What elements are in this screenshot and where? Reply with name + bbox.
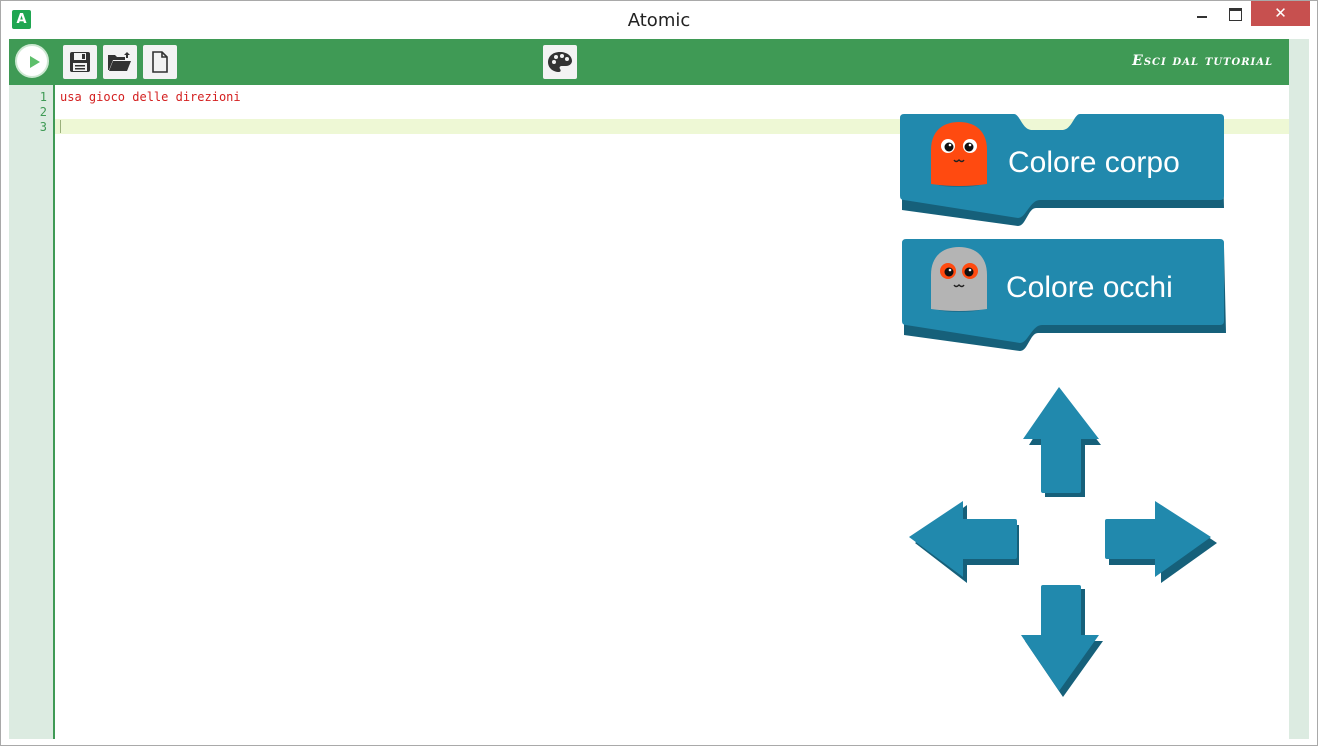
new-file-button[interactable] <box>143 45 177 79</box>
scrollbar-track[interactable] <box>1289 39 1309 739</box>
play-icon <box>30 56 40 68</box>
arrow-down-icon[interactable] <box>1017 583 1109 701</box>
palette-button[interactable] <box>543 45 577 79</box>
minimize-button[interactable] <box>1188 1 1216 27</box>
arrow-up-icon[interactable] <box>1017 385 1109 501</box>
eye-color-block[interactable]: Colore occhi <box>898 239 1232 357</box>
open-folder-icon <box>108 52 131 71</box>
line-number: 2 <box>39 105 47 119</box>
orange-character-icon <box>931 122 987 187</box>
open-button[interactable] <box>103 45 137 79</box>
title-bar: A Atomic ✕ <box>1 1 1317 38</box>
app-window: A Atomic ✕ Esci dal tutorial 1 2 3 usa g… <box>0 0 1318 746</box>
maximize-button[interactable] <box>1221 1 1249 27</box>
text-caret <box>60 120 61 133</box>
body-color-label: Colore corpo <box>1008 146 1180 179</box>
palette-icon <box>548 52 572 72</box>
run-button[interactable] <box>15 44 49 78</box>
body-color-block[interactable]: Colore corpo <box>896 114 1230 232</box>
close-button[interactable]: ✕ <box>1251 1 1310 26</box>
line-number: 1 <box>39 90 47 104</box>
main-toolbar: Esci dal tutorial <box>9 39 1289 85</box>
window-title: Atomic <box>627 10 691 31</box>
line-number-gutter: 1 2 3 <box>9 85 55 739</box>
grey-character-icon <box>931 247 987 312</box>
code-line[interactable]: usa gioco delle direzioni <box>60 90 241 104</box>
line-number: 3 <box>39 120 47 134</box>
exit-tutorial-link[interactable]: Esci dal tutorial <box>1132 53 1273 69</box>
eye-color-label: Colore occhi <box>1006 271 1173 304</box>
save-icon <box>70 52 90 72</box>
close-icon: ✕ <box>1274 4 1287 22</box>
arrow-left-icon[interactable] <box>905 499 1023 585</box>
save-button[interactable] <box>63 45 97 79</box>
arrow-right-icon[interactable] <box>1103 499 1221 585</box>
new-file-icon <box>152 51 168 73</box>
